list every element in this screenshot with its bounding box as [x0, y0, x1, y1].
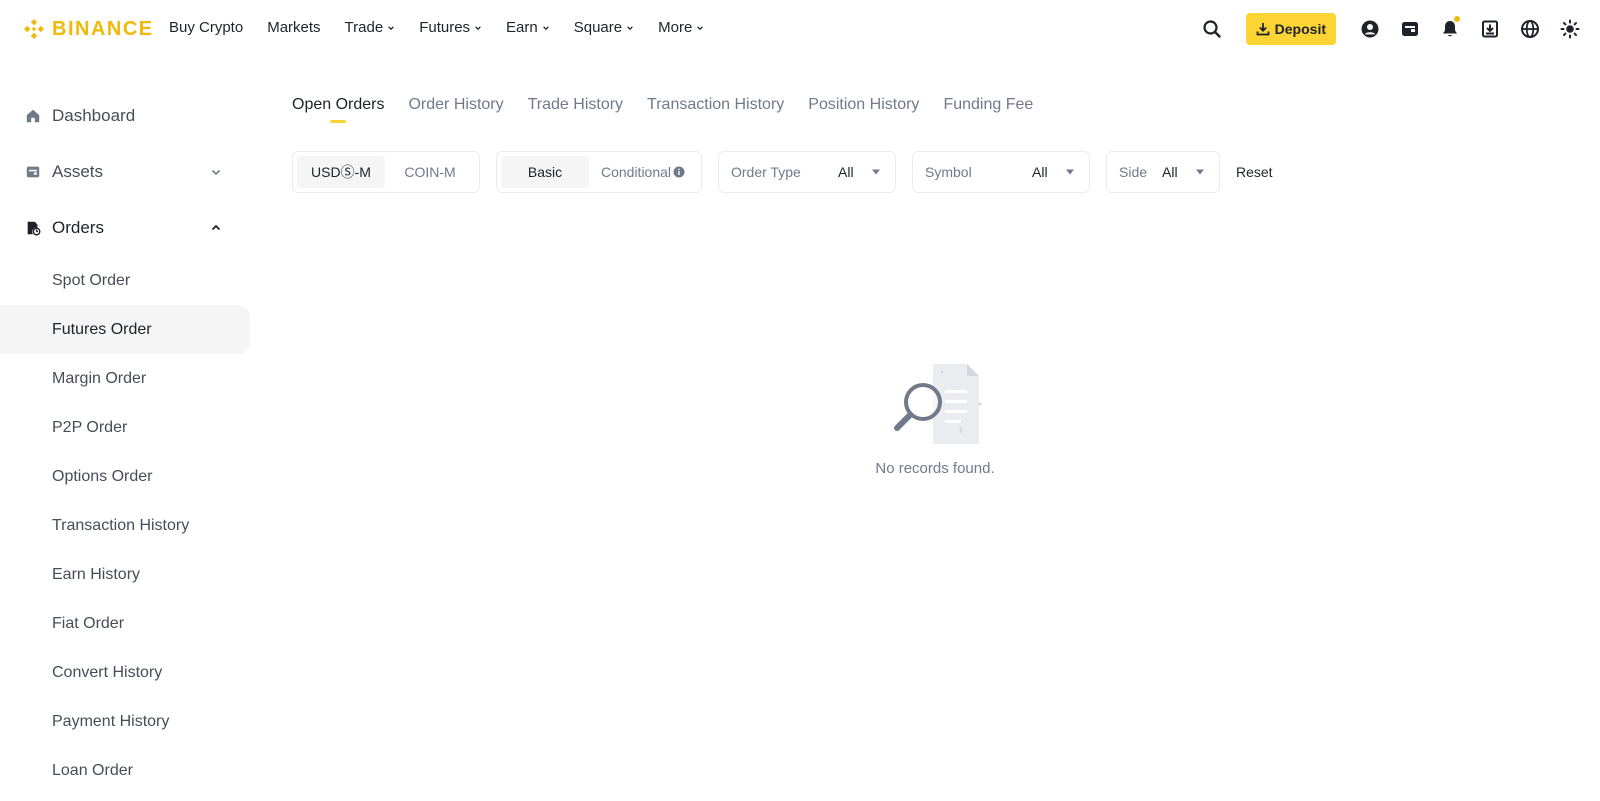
- sidebar-item-orders[interactable]: Orders: [0, 200, 250, 256]
- chevron-down-icon: [475, 25, 481, 30]
- user-icon: [1361, 20, 1379, 38]
- order-tabs: Open Orders Order History Trade History …: [292, 96, 1057, 114]
- sidebar-item-transaction-history[interactable]: Transaction History: [0, 501, 250, 550]
- sidebar-item-options-order[interactable]: Options Order: [0, 452, 250, 501]
- sidebar-item-convert-history[interactable]: Convert History: [0, 648, 250, 697]
- conditional-option[interactable]: Conditional: [589, 156, 697, 188]
- tab-open-orders[interactable]: Open Orders: [292, 96, 384, 114]
- nav-label: Earn: [506, 19, 538, 36]
- nav-label: Futures: [419, 19, 471, 36]
- filter-bar: USDⓈ-M COIN-M Basic Conditional Order Ty…: [292, 151, 1273, 193]
- chevron-down-icon: [388, 25, 395, 30]
- header-actions: Deposit: [1192, 13, 1590, 45]
- download-icon: [1256, 23, 1270, 36]
- nav-label: Trade: [344, 19, 384, 36]
- sidebar-item-label: Dashboard: [52, 106, 136, 125]
- tab-transaction-history[interactable]: Transaction History: [647, 96, 784, 114]
- sidebar-item-margin-order[interactable]: Margin Order: [0, 354, 250, 403]
- theme-icon: [1560, 19, 1580, 39]
- chevron-down-icon: [627, 25, 633, 30]
- tab-trade-history[interactable]: Trade History: [528, 96, 623, 114]
- nav-trade[interactable]: Trade: [345, 19, 396, 36]
- order-mode-toggle: Basic Conditional: [496, 151, 702, 193]
- chevron-down-icon: [542, 25, 549, 30]
- binance-logo-icon: [24, 19, 44, 39]
- deposit-label: Deposit: [1274, 21, 1326, 37]
- top-header: BINANCE Buy Crypto Markets Trade Futures…: [0, 0, 1600, 58]
- sidebar-item-label: Assets: [52, 162, 104, 181]
- home-icon: [24, 107, 42, 125]
- no-records-icon: [894, 364, 982, 444]
- main-nav: Buy Crypto Markets Trade Futures Earn Sq…: [169, 19, 728, 36]
- nav-label: Buy Crypto: [169, 19, 244, 36]
- theme-toggle-button[interactable]: [1550, 13, 1590, 45]
- sidebar-item-loan-order[interactable]: Loan Order: [0, 746, 250, 795]
- nav-more[interactable]: More: [658, 19, 704, 36]
- brand-name: BINANCE: [52, 17, 154, 40]
- sidebar-item-payment-history[interactable]: Payment History: [0, 697, 250, 746]
- margin-type-toggle: USDⓈ-M COIN-M: [292, 151, 480, 193]
- tab-order-history[interactable]: Order History: [408, 96, 503, 114]
- coin-m-option[interactable]: COIN-M: [385, 156, 475, 188]
- basic-option[interactable]: Basic: [501, 156, 589, 188]
- order-type-select[interactable]: Order Type All: [718, 151, 896, 193]
- conditional-label: Conditional: [600, 164, 672, 180]
- order-type-value: All: [838, 164, 854, 180]
- tab-position-history[interactable]: Position History: [808, 96, 919, 114]
- nav-markets[interactable]: Markets: [267, 19, 320, 36]
- nav-futures[interactable]: Futures: [419, 19, 482, 36]
- orders-icon: [24, 219, 42, 237]
- sidebar-item-label: Orders: [52, 218, 104, 237]
- sidebar: Dashboard Assets Orders Spot Order Futur…: [0, 88, 250, 795]
- sidebar-item-assets[interactable]: Assets: [0, 144, 250, 200]
- symbol-select[interactable]: Symbol All: [912, 151, 1090, 193]
- binance-logo[interactable]: BINANCE: [22, 17, 154, 41]
- side-value: All: [1162, 164, 1178, 180]
- nav-label: Square: [573, 19, 623, 36]
- caret-down-icon: [872, 169, 880, 175]
- reset-button[interactable]: Reset: [1236, 164, 1273, 180]
- caret-down-icon: [1196, 169, 1204, 175]
- nav-buy-crypto[interactable]: Buy Crypto: [169, 19, 243, 36]
- account-button[interactable]: [1350, 13, 1390, 45]
- side-label: Side: [1119, 164, 1148, 180]
- wallet-icon: [1402, 22, 1418, 36]
- nav-square[interactable]: Square: [574, 19, 634, 36]
- nav-earn[interactable]: Earn: [506, 19, 550, 36]
- nav-label: More: [658, 19, 693, 36]
- deposit-button[interactable]: Deposit: [1245, 13, 1336, 45]
- empty-state: No records found.: [830, 360, 1040, 477]
- bell-icon: [1443, 21, 1457, 37]
- notifications-button[interactable]: [1430, 13, 1470, 45]
- empty-message: No records found.: [875, 460, 995, 477]
- symbol-label: Symbol: [925, 164, 972, 180]
- chevron-down-icon[interactable]: [210, 166, 222, 178]
- sidebar-item-dashboard[interactable]: Dashboard: [0, 88, 250, 144]
- side-select[interactable]: Side All: [1106, 151, 1220, 193]
- usds-m-option[interactable]: USDⓈ-M: [297, 156, 385, 188]
- nav-label: Markets: [267, 19, 321, 36]
- info-icon[interactable]: [673, 166, 685, 178]
- notification-dot: [1454, 16, 1460, 22]
- wallet-icon: [24, 163, 42, 181]
- sidebar-item-fiat-order[interactable]: Fiat Order: [0, 599, 250, 648]
- order-type-label: Order Type: [731, 164, 801, 180]
- tab-funding-fee[interactable]: Funding Fee: [943, 96, 1033, 114]
- chevron-down-icon: [697, 25, 704, 30]
- search-icon: [1203, 20, 1221, 38]
- globe-icon: [1521, 20, 1539, 38]
- chevron-up-icon[interactable]: [210, 222, 222, 234]
- search-button[interactable]: [1192, 13, 1232, 45]
- symbol-value: All: [1032, 164, 1048, 180]
- download-app-icon: [1482, 20, 1498, 38]
- sidebar-item-futures-order[interactable]: Futures Order: [0, 305, 250, 354]
- sidebar-item-p2p-order[interactable]: P2P Order: [0, 403, 250, 452]
- sidebar-item-spot-order[interactable]: Spot Order: [0, 256, 250, 305]
- language-button[interactable]: [1510, 13, 1550, 45]
- app-download-button[interactable]: [1470, 13, 1510, 45]
- sidebar-item-earn-history[interactable]: Earn History: [0, 550, 250, 599]
- wallet-button[interactable]: [1390, 13, 1430, 45]
- caret-down-icon: [1066, 169, 1074, 175]
